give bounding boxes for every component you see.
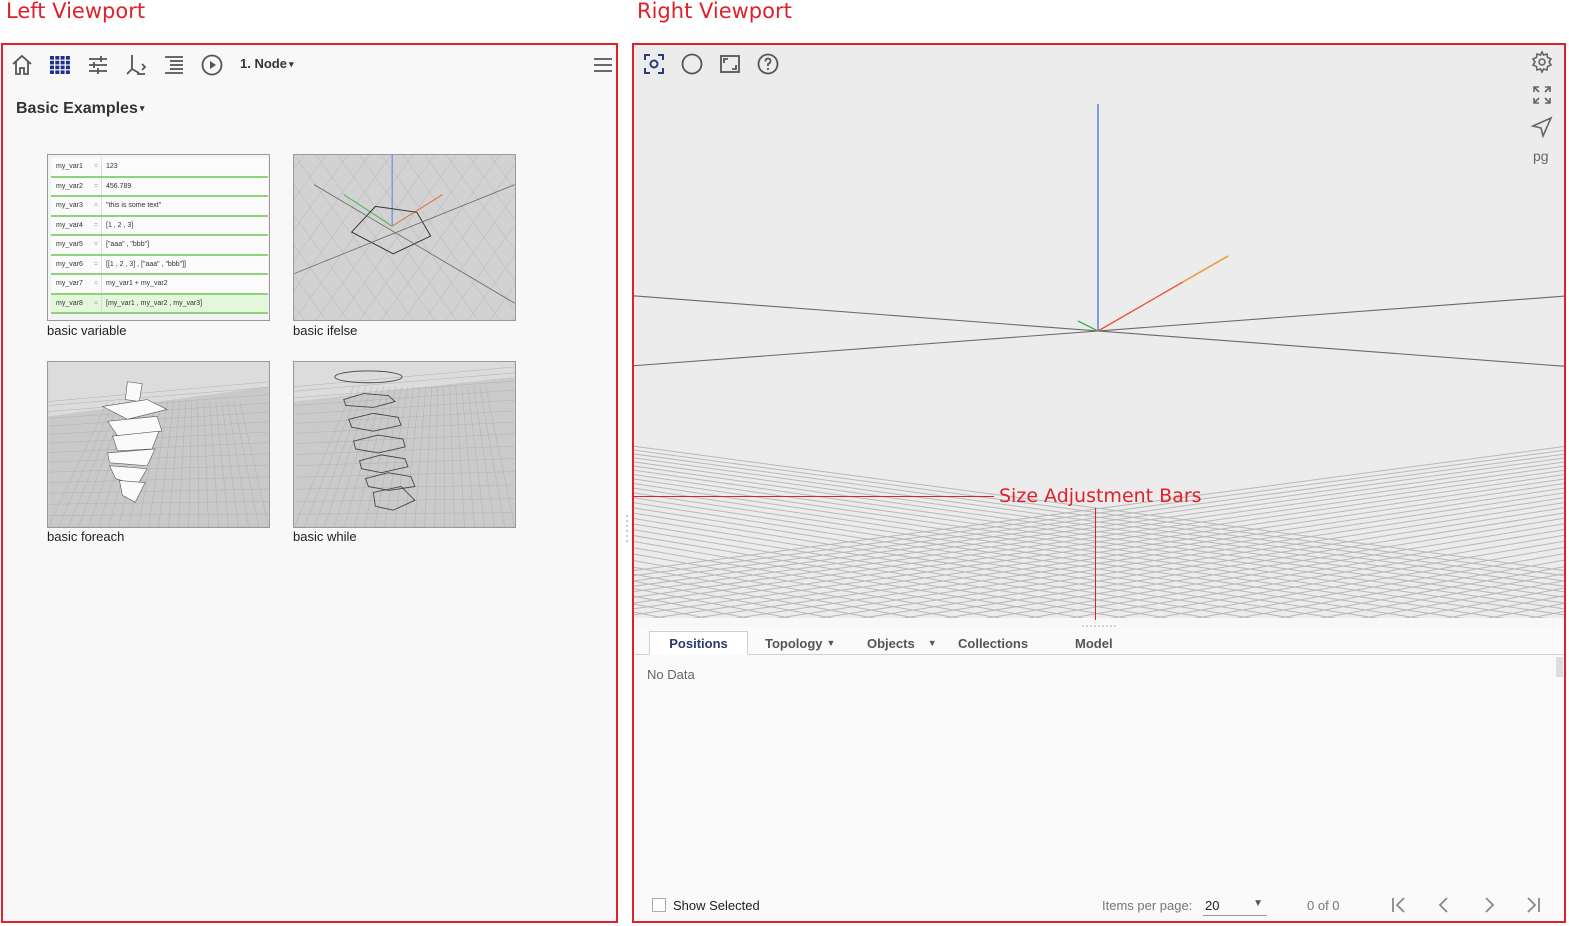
size-adjustment-bars-label: Size Adjustment Bars — [999, 485, 1202, 507]
vertical-size-adjustment-bar[interactable] — [624, 512, 630, 546]
annotation-line-horizontal — [632, 496, 994, 497]
right-viewport-label: Right Viewport — [637, 0, 792, 23]
right-viewport-frame — [632, 43, 1566, 923]
annotation-line-vertical — [1095, 508, 1096, 620]
left-viewport-label: Left Viewport — [6, 0, 146, 23]
left-viewport-frame — [1, 43, 618, 923]
drag-handle-icon — [626, 515, 628, 542]
